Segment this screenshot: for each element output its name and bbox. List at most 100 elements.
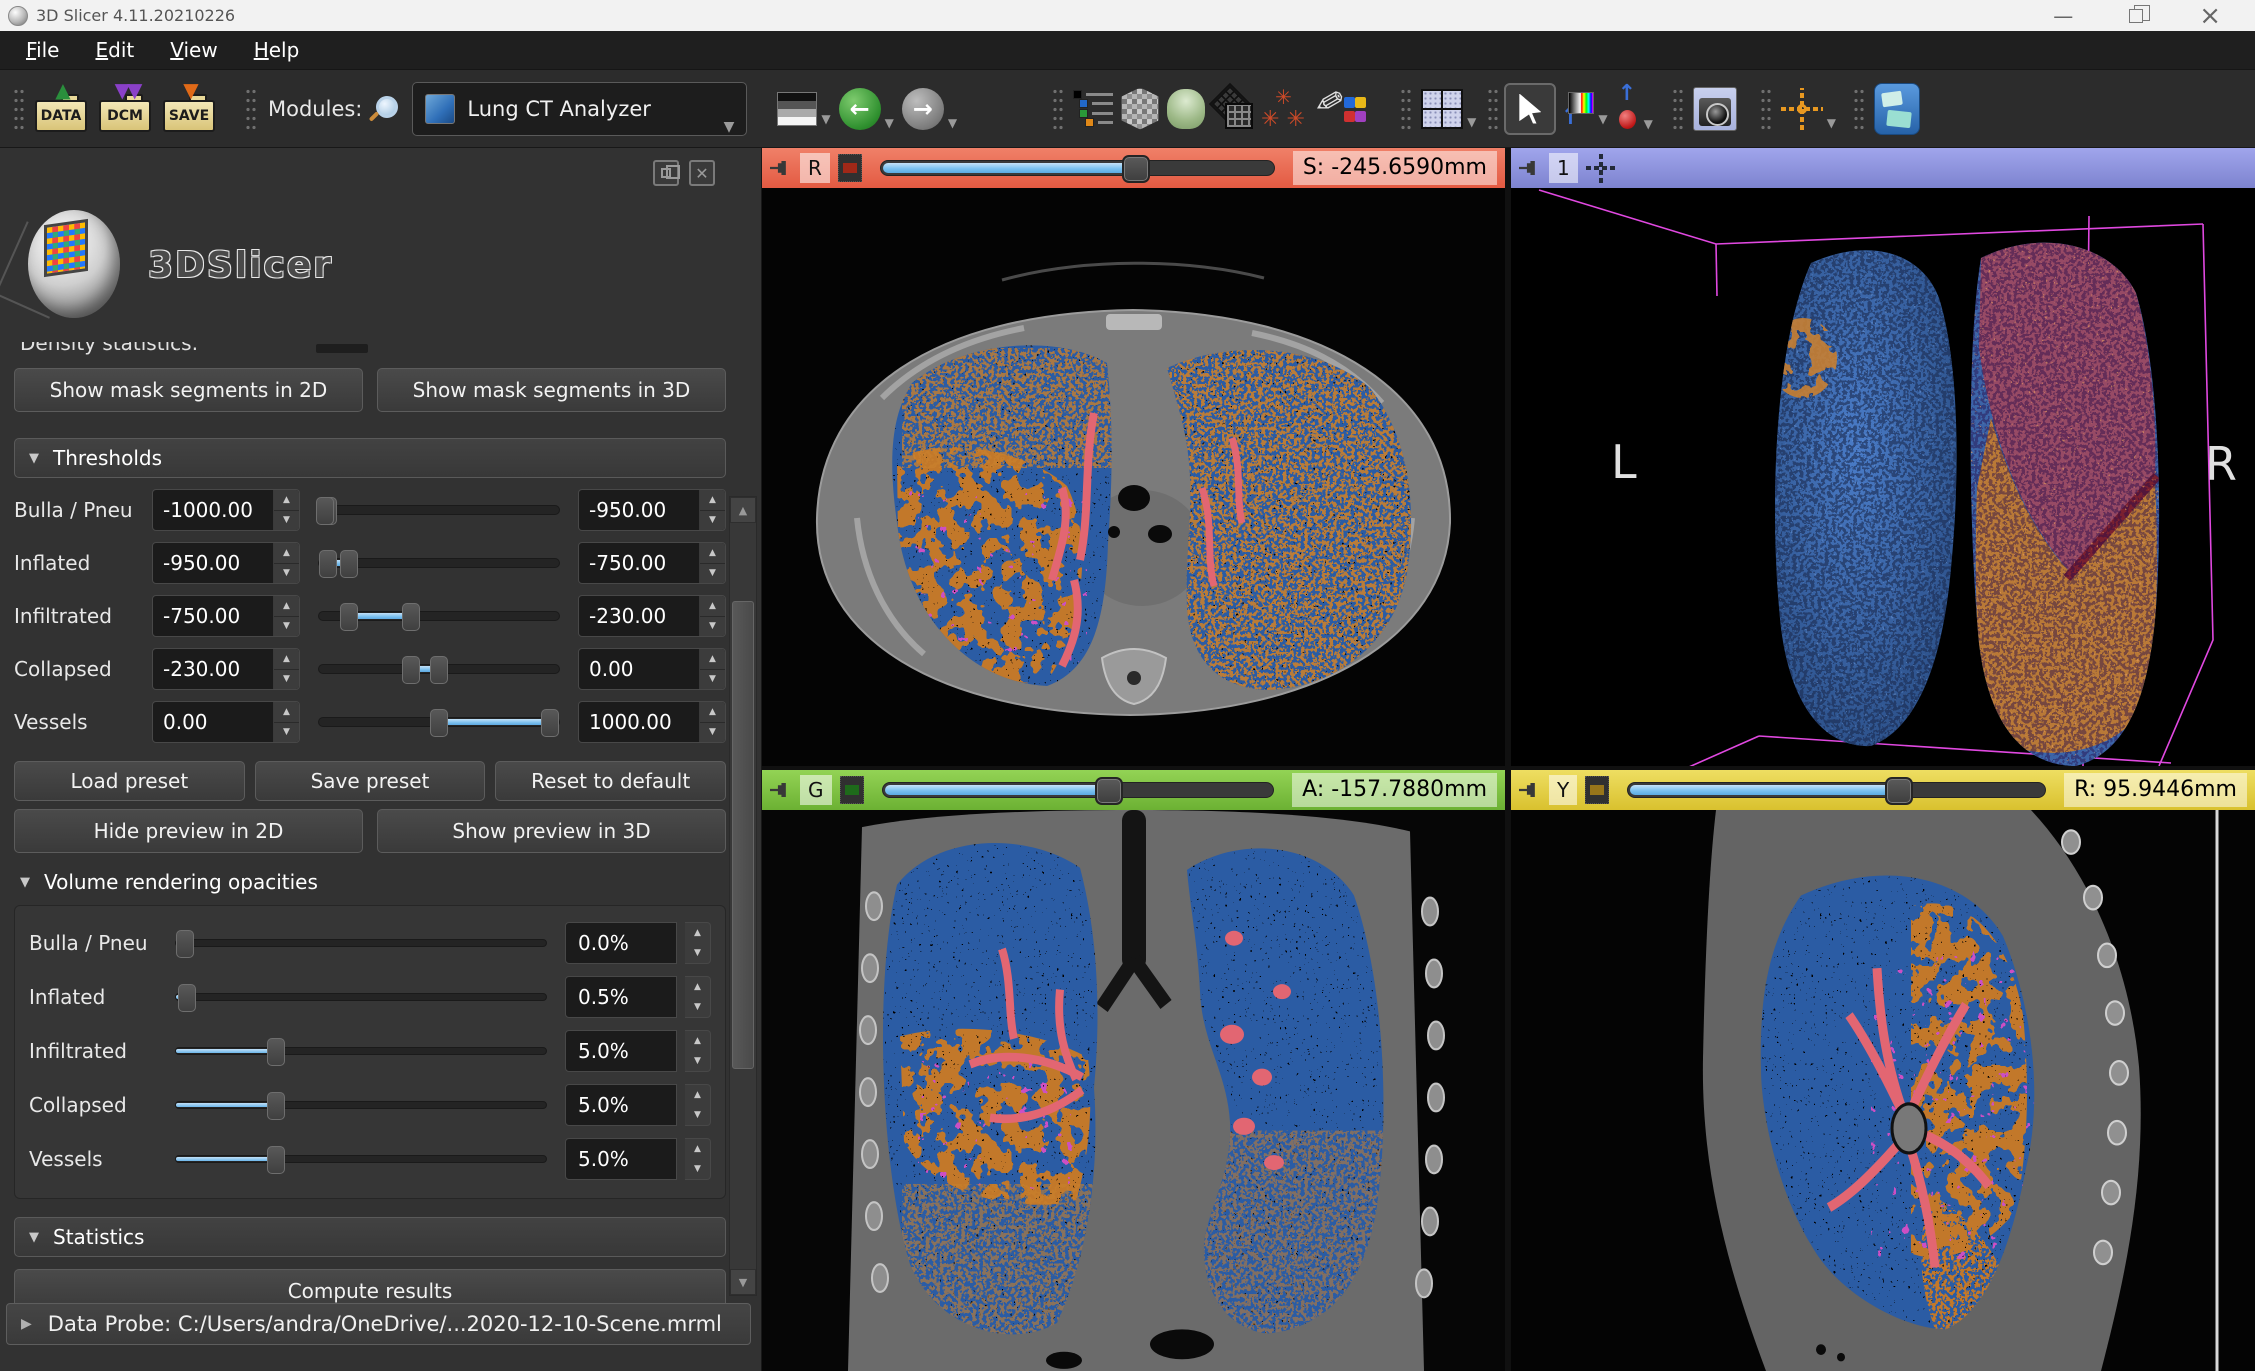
drag-handle[interactable] [1051,84,1064,133]
red-view-label[interactable]: R [800,153,830,183]
volume-rendering-button[interactable] [1117,84,1163,134]
spin-down-icon[interactable]: ▼ [274,616,299,636]
spin-down-icon[interactable]: ▼ [685,997,710,1017]
slider-handle[interactable] [402,603,421,631]
red-slice-icon[interactable] [837,154,862,182]
red-slice-slider[interactable] [879,155,1275,183]
collapsed-opacity-value[interactable]: 5.0% [565,1084,677,1126]
scroll-up-icon[interactable]: ▲ [730,497,756,523]
slider-handle[interactable] [1095,777,1124,805]
drag-handle[interactable] [1670,84,1683,133]
module-search-icon[interactable] [372,95,399,122]
infiltrated-opacity-value[interactable]: 5.0% [565,1030,677,1072]
thresholds-section-header[interactable]: ▼ Thresholds [14,438,726,478]
slider-handle[interactable] [266,1092,285,1120]
spin-down-icon[interactable]: ▼ [700,722,725,742]
statistics-section-header[interactable]: ▼ Statistics [14,1217,726,1257]
load-preset-button[interactable]: Load preset [14,761,245,801]
spin-up-icon[interactable]: ▲ [685,923,710,943]
spin-up-icon[interactable]: ▲ [700,490,725,511]
green-slice-icon[interactable] [839,776,864,804]
spin-up-icon[interactable]: ▲ [700,702,725,723]
vessels-high-spinbox[interactable]: 1000.00 ▲ ▼ [578,701,726,743]
yellow-view-label[interactable]: Y [1549,775,1578,805]
slider-handle[interactable] [178,984,197,1012]
extensions-button[interactable] [1870,79,1924,139]
spin-down-icon[interactable]: ▼ [700,616,725,636]
save-preset-button[interactable]: Save preset [254,761,486,801]
spin-down-icon[interactable]: ▼ [274,669,299,689]
spin-down-icon[interactable]: ▼ [700,669,725,689]
drag-handle[interactable] [1486,84,1499,133]
models-button[interactable] [1163,85,1209,133]
pin-icon[interactable] [1519,161,1535,175]
close-panel-button[interactable]: ✕ [689,160,715,186]
spin-up-icon[interactable]: ▲ [685,1139,710,1159]
history-back-button[interactable]: ← ▼ [835,84,898,134]
vessels-range-slider[interactable] [318,709,560,737]
panel-scrollbar[interactable]: ▲ ▼ [729,496,757,1296]
annotations-button[interactable]: ✎ [1310,79,1367,135]
scroll-down-icon[interactable]: ▼ [730,1269,756,1295]
spin-up-icon[interactable]: ▲ [685,977,710,997]
inflated-high-spinbox[interactable]: -750.00 ▲ ▼ [578,542,726,584]
threeD-render-view[interactable]: L R [1511,188,2255,766]
center-view-icon[interactable] [1585,153,1616,183]
slider-handle[interactable] [266,1146,285,1174]
drag-handle[interactable] [1758,84,1771,133]
show-mask-2d-button[interactable]: Show mask segments in 2D [14,368,363,412]
pin-icon[interactable] [770,783,786,797]
inflated-range-slider[interactable] [318,550,560,578]
minimize-button[interactable]: — [2053,6,2073,26]
mouse-interaction-button[interactable] [1504,82,1557,135]
slider-handle[interactable] [266,1038,285,1066]
module-selector[interactable]: Lung CT Analyzer ▼ [412,81,748,136]
bulla-high-spinbox[interactable]: -950.00 ▲ ▼ [578,489,726,531]
subject-hierarchy-button[interactable] [1069,84,1117,134]
history-forward-button[interactable]: → ▼ [898,84,961,134]
spin-down-icon[interactable]: ▼ [685,1159,710,1179]
undock-panel-button[interactable] [653,160,680,186]
drag-handle[interactable] [244,84,256,133]
collapsed-low-spinbox[interactable]: -230.00 ▲ ▼ [152,648,300,690]
coronal-slice-image[interactable] [762,810,1505,1371]
slider-handle[interactable] [541,709,559,737]
crosshair-button[interactable]: ▼ [1777,84,1840,134]
drag-handle[interactable] [1852,84,1865,133]
spin-down-icon[interactable]: ▼ [274,510,299,530]
spin-down-icon[interactable]: ▼ [685,1105,710,1125]
collapsed-high-spinbox[interactable]: 0.00 ▲ ▼ [578,648,726,690]
scrollbar-thumb[interactable] [732,601,754,1069]
show-preview-3d-button[interactable]: Show preview in 3D [377,809,726,853]
inflated-low-spinbox[interactable]: -950.00 ▲ ▼ [152,542,300,584]
spin-up-icon[interactable]: ▲ [274,490,299,511]
spin-up-icon[interactable]: ▲ [700,543,725,564]
green-view-label[interactable]: G [800,775,832,805]
markups-button[interactable]: ✳ ✳ ✳ [1257,83,1311,135]
pin-icon[interactable] [770,161,786,175]
slider-handle[interactable] [340,550,358,578]
slider-handle[interactable] [316,497,334,525]
slider-handle[interactable] [176,930,194,958]
infiltrated-range-slider[interactable] [318,603,560,631]
reset-default-button[interactable]: Reset to default [495,761,727,801]
spin-up-icon[interactable]: ▲ [685,1085,710,1105]
spin-up-icon[interactable]: ▲ [274,649,299,670]
spin-down-icon[interactable]: ▼ [700,563,725,583]
save-button[interactable]: ▼ SAVE [163,80,217,132]
menu-view[interactable]: View [154,34,233,66]
spin-up-icon[interactable]: ▲ [685,1031,710,1051]
data-probe-bar[interactable]: ▶ Data Probe: C:/Users/andra/OneDrive/..… [6,1303,751,1345]
slider-handle[interactable] [340,603,358,631]
green-slice-slider[interactable] [881,777,1275,805]
bulla-range-slider[interactable] [316,497,560,525]
layout-selector-button[interactable]: ▼ [1417,85,1480,133]
import-dicom-button[interactable]: ▼▼ DCM [99,80,153,132]
vessels-opacity-slider[interactable] [175,1146,547,1174]
spin-up-icon[interactable]: ▲ [274,596,299,617]
spin-down-icon[interactable]: ▼ [685,1051,710,1071]
infiltrated-high-spinbox[interactable]: -230.00 ▲ ▼ [578,595,726,637]
threeD-view-label[interactable]: 1 [1549,153,1578,183]
infiltrated-opacity-slider[interactable] [175,1038,547,1066]
yellow-slice-slider[interactable] [1627,777,2047,805]
